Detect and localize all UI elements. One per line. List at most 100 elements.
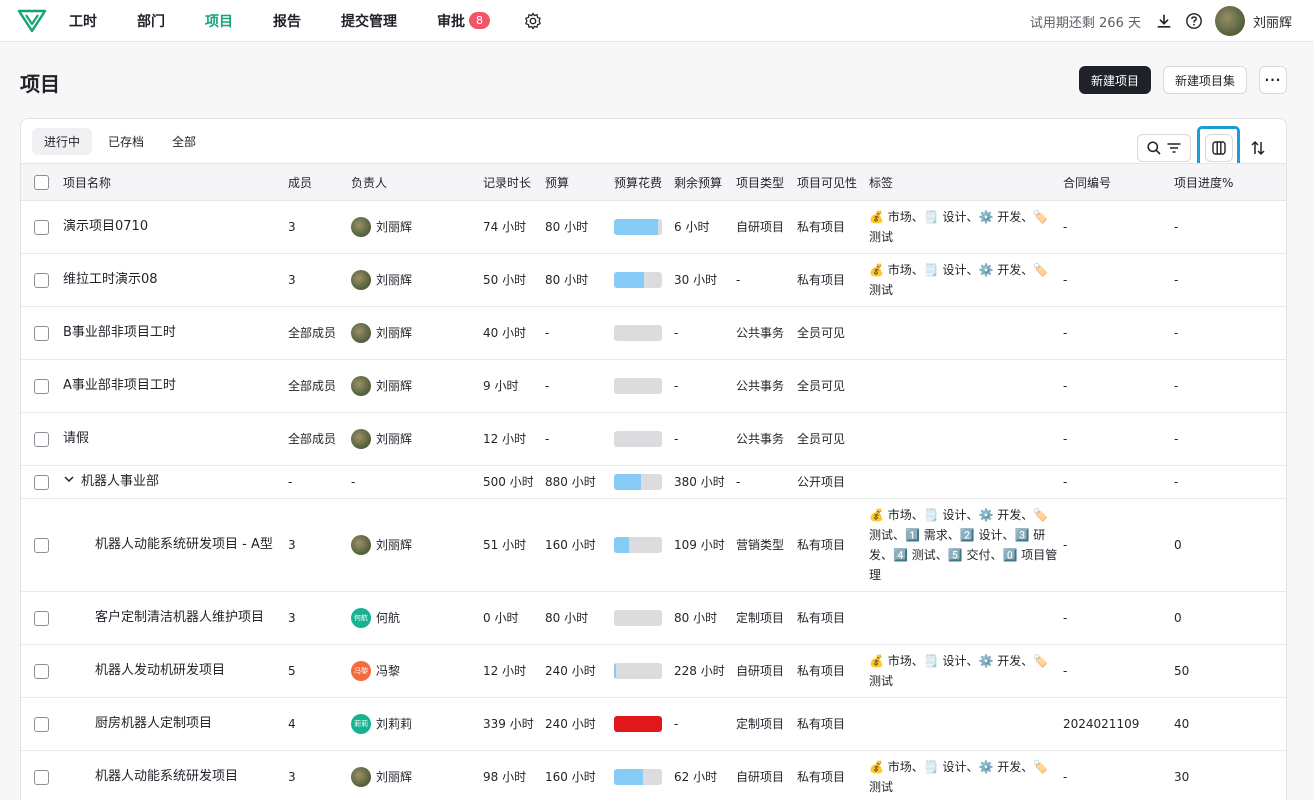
help-icon[interactable] xyxy=(1185,12,1203,30)
col-header[interactable]: 项目可见性 xyxy=(797,163,869,201)
project-name[interactable]: 机器人发动机研发项目 xyxy=(95,663,225,678)
table-row[interactable]: 机器人事业部 - -500 小时 880 小时 380 小时 - 公开项目 - - xyxy=(21,465,1286,499)
col-header[interactable]: 剩余预算 xyxy=(674,163,736,201)
avatar: 冯黎 xyxy=(351,661,371,681)
row-checkbox[interactable] xyxy=(34,769,49,785)
row-checkbox[interactable] xyxy=(34,474,49,490)
budget-spent-cell xyxy=(614,750,674,800)
project-name-cell[interactable]: 客户定制清洁机器人维护项目 xyxy=(63,591,288,645)
col-header[interactable]: 预算花费 xyxy=(614,163,674,201)
project-name-cell[interactable]: 演示项目0710 xyxy=(63,200,288,254)
budget-spent-bar xyxy=(614,378,662,394)
project-name[interactable]: 厨房机器人定制项目 xyxy=(95,716,212,731)
owner-name: 刘丽辉 xyxy=(376,770,413,784)
table-row[interactable]: 演示项目0710 3 刘丽辉 74 小时 80 小时 6 小时 自研项目 私有项目 💰 市场、🗒… xyxy=(21,200,1286,254)
table-row[interactable]: 机器人动能系统研发项目 3 刘丽辉 98 小时 160 小时 62 小时 自研项目 私有项目 💰… xyxy=(21,750,1286,800)
nav-item[interactable]: 项目 xyxy=(205,11,233,31)
project-name[interactable]: 请假 xyxy=(63,431,89,446)
more-options-button[interactable]: ··· xyxy=(1259,66,1287,94)
row-checkbox[interactable] xyxy=(34,716,49,732)
budget-spent-cell xyxy=(614,697,674,751)
gear-icon[interactable] xyxy=(524,12,542,30)
download-icon[interactable] xyxy=(1155,12,1173,30)
project-name-cell[interactable]: 厨房机器人定制项目 xyxy=(63,697,288,751)
project-name-cell[interactable]: 机器人动能系统研发项目 xyxy=(63,750,288,800)
project-name-cell[interactable]: B事业部非项目工时 xyxy=(63,306,288,360)
owner-name: 刘丽辉 xyxy=(376,379,413,393)
nav-item[interactable]: 工时 xyxy=(69,11,97,31)
visibility-cell: 私有项目 xyxy=(797,200,869,254)
row-checkbox[interactable] xyxy=(34,431,49,447)
col-header[interactable]: 项目类型 xyxy=(736,163,797,201)
col-header[interactable]: 项目进度% xyxy=(1174,163,1286,201)
select-all-checkbox[interactable] xyxy=(34,174,49,190)
row-checkbox[interactable] xyxy=(34,663,49,679)
row-checkbox[interactable] xyxy=(34,325,49,341)
col-header[interactable]: 项目名称 xyxy=(63,163,288,201)
table-row[interactable]: 请假 全部成员 刘丽辉 12 小时 - - 公共事务 全员可见 - - xyxy=(21,412,1286,466)
project-name[interactable]: 机器人动能系统研发项目 - A型 xyxy=(95,537,273,552)
nav-item-label: 部门 xyxy=(137,13,165,30)
filter-tab[interactable]: 进行中 xyxy=(32,128,93,155)
search-icon[interactable] xyxy=(1146,140,1162,156)
project-name-cell[interactable]: 机器人动能系统研发项目 - A型 xyxy=(63,498,288,592)
row-checkbox[interactable] xyxy=(34,378,49,394)
table-row[interactable]: 维拉工时演示08 3 刘丽辉 50 小时 80 小时 30 小时 - 私有项目 💰 市场、🗒️ … xyxy=(21,253,1286,307)
project-name-cell[interactable]: 机器人发动机研发项目 xyxy=(63,644,288,698)
user-avatar[interactable] xyxy=(1214,6,1245,36)
filter-icon[interactable] xyxy=(1166,140,1182,156)
table-row[interactable]: B事业部非项目工时 全部成员 刘丽辉 40 小时 - - 公共事务 全员可见 - - xyxy=(21,306,1286,360)
col-header[interactable]: 负责人 xyxy=(351,163,483,201)
project-name-cell[interactable]: 请假 xyxy=(63,412,288,466)
chevron-down-icon[interactable] xyxy=(63,473,75,485)
project-name[interactable]: 机器人事业部 xyxy=(81,474,159,489)
project-name-cell[interactable]: 维拉工时演示08 xyxy=(63,253,288,307)
project-type-cell: - xyxy=(736,253,797,307)
user-name[interactable]: 刘丽辉 xyxy=(1253,12,1292,31)
progress-cell: 0 xyxy=(1174,591,1286,645)
table-row[interactable]: 机器人动能系统研发项目 - A型 3 刘丽辉 51 小时 160 小时 109 小时 营销类… xyxy=(21,498,1286,592)
members-cell: 3 xyxy=(288,750,351,800)
nav-item[interactable]: 部门 xyxy=(137,11,165,31)
col-header[interactable]: 预算 xyxy=(545,163,614,201)
row-checkbox[interactable] xyxy=(34,537,49,553)
project-name[interactable]: 演示项目0710 xyxy=(63,219,148,234)
project-name-cell[interactable]: A事业部非项目工时 xyxy=(63,359,288,413)
tags-cell xyxy=(869,697,1063,751)
avatar xyxy=(351,217,371,237)
project-name[interactable]: B事业部非项目工时 xyxy=(63,325,176,340)
row-checkbox[interactable] xyxy=(34,219,49,235)
filter-tab[interactable]: 已存档 xyxy=(96,128,156,155)
column-settings-button[interactable] xyxy=(1204,134,1233,162)
project-name[interactable]: 维拉工时演示08 xyxy=(63,272,158,287)
col-header[interactable]: 记录时长 xyxy=(483,163,545,201)
col-header[interactable]: 标签 xyxy=(869,163,1063,201)
table-row[interactable]: 厨房机器人定制项目 4 莉莉 刘莉莉 339 小时 240 小时 - 定制项目 私有项目 2024… xyxy=(21,697,1286,751)
project-name[interactable]: 客户定制清洁机器人维护项目 xyxy=(95,610,264,625)
trial-text: 试用期还剩 266 天 xyxy=(1029,15,1141,31)
col-header[interactable]: 成员 xyxy=(288,163,351,201)
project-name[interactable]: 机器人动能系统研发项目 xyxy=(95,769,238,784)
nav-item[interactable]: 报告 xyxy=(273,11,301,31)
nav-item[interactable]: 审批 8 xyxy=(437,11,490,31)
row-checkbox[interactable] xyxy=(34,610,49,626)
sort-button[interactable] xyxy=(1244,134,1272,162)
avatar xyxy=(351,429,371,449)
table-row[interactable]: 机器人发动机研发项目 5 冯黎 冯黎 12 小时 240 小时 228 小时 自研项目 私有项目… xyxy=(21,644,1286,698)
table-row[interactable]: A事业部非项目工时 全部成员 刘丽辉 9 小时 - - 公共事务 全员可见 - - xyxy=(21,359,1286,413)
new-project-set-button[interactable]: 新建项目集 xyxy=(1162,66,1247,94)
filter-tab[interactable]: 全部 xyxy=(160,128,208,155)
remaining-budget-cell: - xyxy=(674,412,736,466)
nav-item[interactable]: 提交管理 xyxy=(341,11,397,31)
new-project-button[interactable]: 新建项目 xyxy=(1078,66,1151,94)
row-checkbox[interactable] xyxy=(34,272,49,288)
logo-icon[interactable] xyxy=(17,8,47,34)
row-select-cell xyxy=(21,306,63,360)
remaining-budget-cell: - xyxy=(674,697,736,751)
project-name[interactable]: A事业部非项目工时 xyxy=(63,378,176,393)
project-name-cell[interactable]: 机器人事业部 xyxy=(63,465,288,499)
table-row[interactable]: 客户定制清洁机器人维护项目 3 何航 何航 0 小时 80 小时 80 小时 定制项目 私有项目… xyxy=(21,591,1286,645)
col-header[interactable]: 合同编号 xyxy=(1063,163,1174,201)
visibility-cell: 私有项目 xyxy=(797,591,869,645)
project-type-cell: 公共事务 xyxy=(736,306,797,360)
